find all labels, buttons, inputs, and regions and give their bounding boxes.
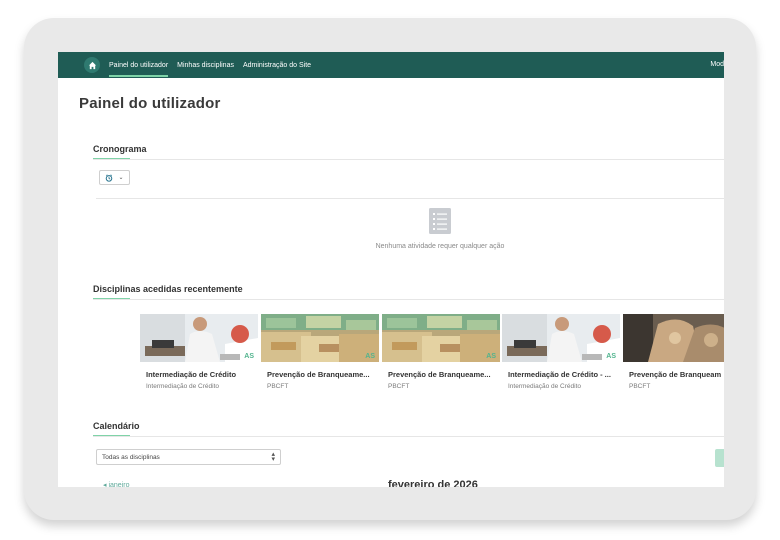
timeline-empty-message: Nenhuma atividade requer qualquer ação <box>375 243 505 250</box>
current-month-title: fevereiro de 2026 <box>388 479 478 487</box>
course-image-office: AS <box>140 314 258 362</box>
previous-month-label: janeiro <box>108 482 130 487</box>
course-badge: AS <box>244 353 254 360</box>
course-card-4[interactable]: AS Intermediação de Crédito - ... Interm… <box>502 314 620 398</box>
empty-list-icon <box>429 208 451 234</box>
course-category: Intermediação de Crédito <box>508 383 581 390</box>
timeline-divider <box>93 159 724 160</box>
home-button[interactable] <box>84 57 100 73</box>
course-name[interactable]: Prevenção de Branqueam <box>629 370 724 379</box>
timeline-title: Cronograma <box>93 144 147 154</box>
course-image-bags <box>623 314 724 362</box>
nav-dashboard[interactable]: Painel do utilizador <box>109 54 169 77</box>
recent-courses-title: Disciplinas acedidas recentemente <box>93 284 243 294</box>
nav-mode-toggle[interactable]: Mod <box>710 61 724 68</box>
course-badge: AS <box>606 353 616 360</box>
chevron-down-icon: ⌄ <box>118 175 124 181</box>
course-category: PBCFT <box>267 383 289 390</box>
course-filter-value: Todas as disciplinas <box>102 454 160 461</box>
nav-site-admin[interactable]: Administração do Site <box>243 54 311 77</box>
nav-my-courses[interactable]: Minhas disciplinas <box>177 54 234 77</box>
course-image-money: AS <box>382 314 500 362</box>
top-navbar: Painel do utilizador Minhas disciplinas … <box>58 52 724 78</box>
clock-icon <box>106 173 113 182</box>
course-name[interactable]: Prevenção de Branqueame... <box>267 370 379 379</box>
timeline-divider-inner <box>96 198 724 199</box>
course-category: Intermediação de Crédito <box>146 383 219 390</box>
calendar-title: Calendário <box>93 421 140 431</box>
timeline-filter-button[interactable]: ⌄ <box>99 170 130 185</box>
course-card-3[interactable]: AS Prevenção de Branqueame... PBCFT <box>382 314 500 398</box>
select-arrows-icon: ▴ ▾ <box>271 451 275 463</box>
home-icon <box>88 61 96 69</box>
course-badge: AS <box>486 353 496 360</box>
course-card-2[interactable]: AS Prevenção de Branqueame... PBCFT <box>261 314 379 398</box>
new-event-button[interactable] <box>715 449 724 467</box>
calendar-divider <box>93 436 724 437</box>
course-image-money: AS <box>261 314 379 362</box>
course-name[interactable]: Intermediação de Crédito - ... <box>508 370 620 379</box>
course-card-5[interactable]: Prevenção de Branqueam PBCFT <box>623 314 724 398</box>
browser-screen: Painel do utilizador Minhas disciplinas … <box>58 52 724 487</box>
course-badge: AS <box>365 353 375 360</box>
course-image-office: AS <box>502 314 620 362</box>
page-title: Painel do utilizador <box>79 95 221 112</box>
previous-month-link[interactable]: ◂ janeiro <box>103 481 129 487</box>
course-category: PBCFT <box>388 383 410 390</box>
course-name[interactable]: Prevenção de Branqueame... <box>388 370 500 379</box>
course-category: PBCFT <box>629 383 651 390</box>
course-card-1[interactable]: AS Intermediação de Crédito Intermediaçã… <box>140 314 258 398</box>
recent-courses-divider <box>93 299 724 300</box>
course-filter-select[interactable]: Todas as disciplinas ▴ ▾ <box>96 449 281 465</box>
course-name[interactable]: Intermediação de Crédito <box>146 370 258 379</box>
